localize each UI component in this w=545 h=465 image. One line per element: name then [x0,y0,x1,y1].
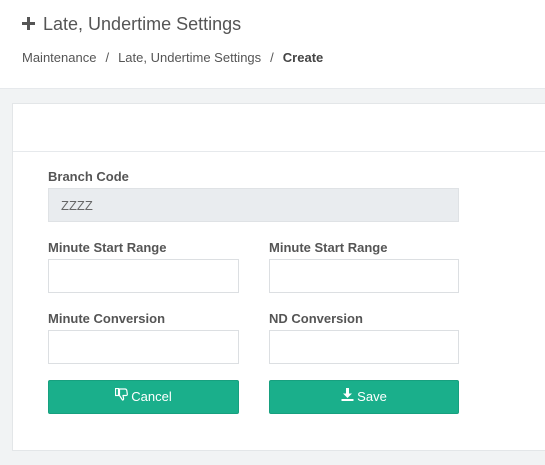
breadcrumb-separator: / [270,50,274,65]
thumbs-down-icon [115,381,129,413]
plus-icon [22,14,40,34]
breadcrumb-late-undertime[interactable]: Late, Undertime Settings [118,50,261,65]
download-icon [341,381,354,413]
branch-code-label: Branch Code [48,169,129,184]
minute-conversion-label: Minute Conversion [48,311,166,326]
card-header [13,104,545,152]
breadcrumb-create: Create [282,50,324,65]
minute-start-range-label-2: Minute Start Range [269,240,388,255]
save-label: Save [357,389,387,404]
cancel-label: Cancel [131,389,172,404]
minute-start-range-input-2[interactable] [269,259,459,293]
breadcrumb: Maintenance / Late, Undertime Settings / Cre… [22,50,323,65]
page-title: Late, Undertime Settings [22,14,241,35]
form-card: Branch Code Minute Start Range Minute St… [12,103,545,451]
save-button[interactable]: Save [269,380,459,414]
minute-start-range-input[interactable] [48,259,239,293]
nd-conversion-input[interactable] [269,330,459,364]
page-header: Late, Undertime Settings Maintenance / Lat… [0,0,545,89]
breadcrumb-separator: / [105,50,110,65]
page-title-text: Late, Undertime Settings [43,14,242,34]
branch-code-field[interactable] [48,188,459,222]
breadcrumb-maintenance[interactable]: Maintenance [22,50,96,65]
nd-conversion-label: ND Conversion [269,311,363,326]
cancel-button[interactable]: Cancel [48,380,239,414]
minute-conversion-input[interactable] [48,330,239,364]
minute-start-range-label: Minute Start Range [48,240,167,255]
